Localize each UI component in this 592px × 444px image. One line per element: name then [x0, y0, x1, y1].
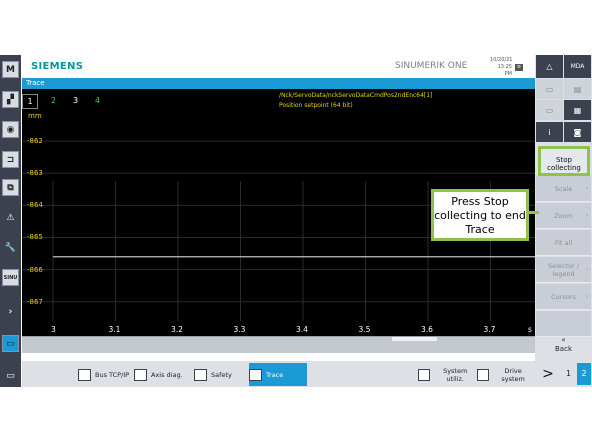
product-name: SINUMERIK ONE	[395, 61, 468, 71]
horizontal-scrollbar[interactable]	[22, 336, 535, 353]
trace-label: Trace	[266, 370, 284, 379]
y-tick-label: -865	[27, 233, 43, 242]
next-page-button[interactable]: >	[537, 363, 559, 385]
date: 10/20/21	[490, 57, 513, 63]
x-tick-label: 3	[51, 325, 56, 334]
trace-tab-1[interactable]: 1	[22, 94, 38, 109]
x-tick-label: 3.2	[171, 325, 183, 334]
cursors-label: Cursors	[551, 292, 576, 301]
signal-name: Position setpoint (64 bit)	[279, 102, 353, 109]
safety-button[interactable]: Safety	[194, 363, 248, 386]
machine-icon[interactable]: M	[2, 61, 19, 78]
drive-label: Drive system	[501, 366, 525, 383]
chevron-right-icon: ›	[585, 185, 588, 192]
y-tick-label: -867	[27, 297, 43, 306]
stop-collecting-button[interactable]: Stop collecting	[538, 146, 590, 176]
chevron-right-icon: ›	[585, 212, 588, 219]
scale-label: Scale	[554, 184, 573, 193]
bar-chart-icon	[418, 368, 431, 381]
x-tick-label: 3.3	[233, 325, 246, 334]
x-tick-label: 3.6	[421, 325, 433, 334]
zoom-label: Zoom	[554, 211, 573, 220]
info-icon[interactable]: i	[536, 122, 563, 142]
screen-icon[interactable]: ▭	[2, 335, 19, 352]
expand-icon[interactable]: ›	[2, 303, 19, 320]
safety-icon	[194, 368, 207, 381]
copy-icon[interactable]: ⧉	[2, 179, 19, 196]
annotation-callout: Press Stop collecting to end Trace	[431, 189, 529, 241]
unit-label: mm	[28, 112, 42, 120]
network-icon	[78, 368, 91, 381]
window-title: Trace	[22, 78, 535, 89]
trace-tab-4[interactable]: 4	[95, 96, 100, 105]
left-sidebar: M ▞ ◉ ⊐ ⧉ ⚠ 🔧 SINU › ▭ ▭	[0, 55, 21, 387]
bottom-softkey-bar: Bus TCP/IP Axis diag. Safety Trace Syste…	[22, 361, 535, 387]
program-manager-icon[interactable]: ⊐	[2, 151, 19, 168]
chevron-right-icon: ›	[585, 293, 588, 300]
program-icon[interactable]: ◉	[2, 121, 19, 138]
x-tick-label: 3.4	[296, 325, 308, 334]
annotation-connector	[529, 211, 539, 214]
drive-system-button[interactable]: Drive system	[477, 363, 533, 386]
mda-button[interactable]: MDA	[564, 55, 591, 78]
trace-tab-2[interactable]: 2	[51, 96, 56, 105]
cursors-button[interactable]: Cursors ›	[536, 284, 591, 310]
system-utiliz-button[interactable]: System utiliz.	[418, 363, 476, 386]
x-tick-label: 3.5	[358, 325, 371, 334]
x-tick-label: 3.7	[483, 325, 496, 334]
y-tick-label: -863	[27, 169, 43, 178]
trace-tab-3[interactable]: 3	[73, 96, 78, 105]
window-icon[interactable]: ▭	[536, 79, 563, 99]
sinumerik-integrate-icon[interactable]: SINU	[2, 269, 19, 286]
trace-button[interactable]: Trace	[249, 363, 307, 386]
fit-all-button[interactable]: Fit all	[536, 230, 591, 256]
y-tick-label: -866	[27, 265, 43, 274]
chevron-right-icon: ›	[585, 266, 588, 273]
keyboard-icon[interactable]: ▭	[2, 367, 19, 384]
double-chevron-left-icon: «	[561, 336, 566, 344]
signal-path: /Nck/ServoData/nckServoDataCmdPos2ndEnc6…	[279, 92, 433, 99]
axis-chart-icon	[134, 368, 147, 381]
status-badge: ≡	[515, 64, 523, 71]
siemens-logo: SIEMENS	[31, 61, 84, 72]
grid-icon[interactable]: ▦	[564, 100, 591, 120]
bus-tcpip-button[interactable]: Bus TCP/IP	[78, 363, 138, 386]
diagnostics-warning-icon[interactable]: ⚠	[2, 209, 19, 226]
selector-legend-button[interactable]: Selector / legend ›	[536, 257, 591, 283]
axis-label: Axis diag.	[151, 370, 183, 379]
page-1-button[interactable]: 1	[561, 363, 576, 385]
wrench-icon[interactable]: 🔧	[2, 239, 19, 256]
y-tick-label: -862	[27, 137, 43, 146]
back-button[interactable]: « Back	[535, 333, 592, 361]
datetime: 10/20/21 13:25 PM	[490, 57, 512, 78]
hmi-screen: M ▞ ◉ ⊐ ⧉ ⚠ 🔧 SINU › ▭ ▭ SIEMENS SINUMER…	[0, 55, 592, 387]
camera-icon[interactable]: ◙	[564, 122, 591, 142]
back-label: Back	[555, 345, 572, 353]
window-alt-icon[interactable]: ▤	[564, 79, 591, 99]
fit-all-label: Fit all	[554, 238, 573, 247]
axis-diag-button[interactable]: Axis diag.	[134, 363, 190, 386]
safety-label: Safety	[211, 370, 232, 379]
scale-button[interactable]: Scale ›	[536, 176, 591, 202]
parameter-icon[interactable]: ▞	[2, 91, 19, 108]
x-tick-label: 3.1	[108, 325, 121, 334]
bus-label: Bus TCP/IP	[95, 370, 130, 379]
scrollbar-thumb[interactable]	[392, 337, 437, 341]
system-label: System utiliz.	[443, 366, 468, 383]
screen-split-icon[interactable]: ▭	[536, 100, 563, 120]
selector-legend-label: Selector / legend	[548, 261, 579, 278]
time: 13:25 PM	[497, 64, 512, 77]
page-2-button[interactable]: 2	[577, 363, 591, 385]
warning-triangle-icon[interactable]: △	[536, 55, 563, 78]
app-header: SIEMENS SINUMERIK ONE 10/20/21 13:25 PM …	[22, 55, 535, 78]
y-tick-label: -864	[27, 201, 43, 210]
drive-icon	[477, 368, 490, 381]
x-unit-label: s	[528, 325, 532, 334]
trace-icon	[249, 368, 262, 381]
zoom-button[interactable]: Zoom ›	[536, 203, 591, 229]
